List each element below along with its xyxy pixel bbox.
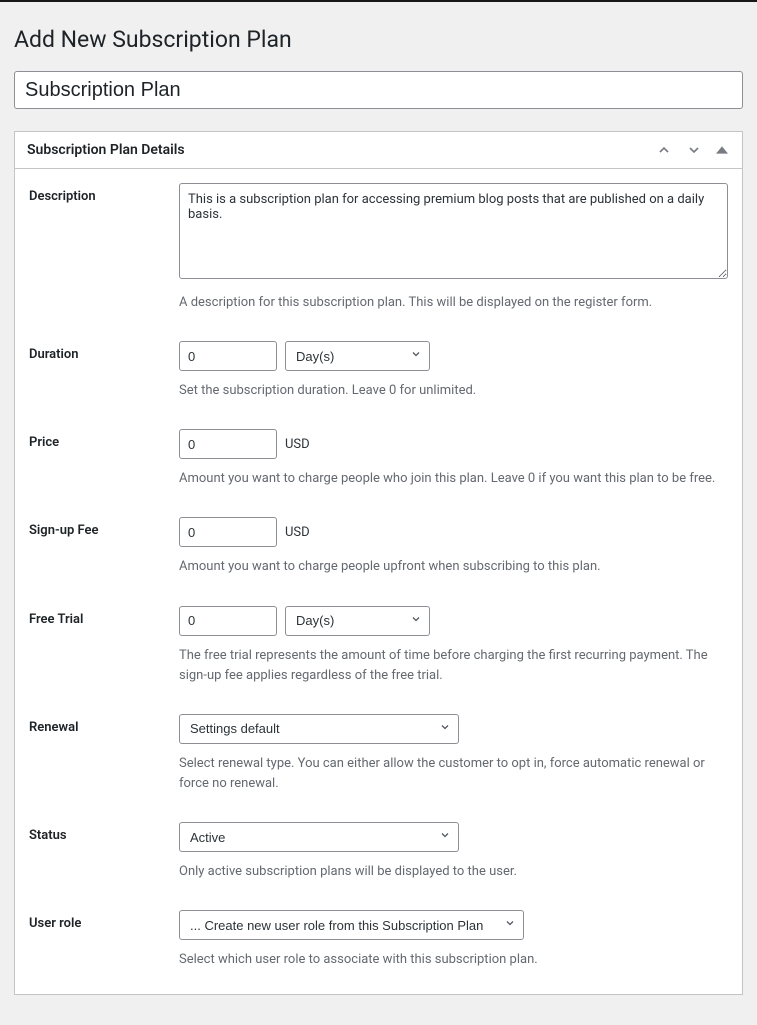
signup-fee-help: Amount you want to charge people upfront… [179, 557, 728, 577]
description-help: A description for this subscription plan… [179, 293, 728, 313]
status-select[interactable]: Active [179, 822, 459, 852]
status-label: Status [29, 822, 179, 843]
description-textarea[interactable]: This is a subscription plan for accessin… [179, 183, 728, 279]
move-up-button[interactable] [654, 140, 674, 160]
chevron-up-icon [656, 142, 672, 158]
price-currency: USD [285, 437, 310, 452]
metabox-title: Subscription Plan Details [27, 142, 185, 158]
duration-label: Duration [29, 341, 179, 362]
price-help: Amount you want to charge people who joi… [179, 469, 728, 489]
user-role-row: User role ... Create new user role from … [29, 910, 728, 970]
duration-help: Set the subscription duration. Leave 0 f… [179, 381, 728, 401]
user-role-label: User role [29, 910, 179, 931]
free-trial-row: Free Trial Day(s) The free [29, 606, 728, 686]
toggle-panel-button[interactable] [714, 142, 730, 158]
window-top-border [0, 0, 757, 2]
description-row: Description This is a subscription plan … [29, 183, 728, 313]
free-trial-input[interactable] [179, 606, 277, 636]
metabox-body: Description This is a subscription plan … [15, 169, 742, 994]
metabox-header-actions [654, 140, 730, 160]
free-trial-help: The free trial represents the amount of … [179, 646, 728, 686]
signup-fee-row: Sign-up Fee USD Amount you want to charg… [29, 517, 728, 577]
renewal-help: Select renewal type. You can either allo… [179, 754, 728, 794]
price-row: Price USD Amount you want to charge peop… [29, 429, 728, 489]
user-role-help: Select which user role to associate with… [179, 950, 728, 970]
renewal-label: Renewal [29, 714, 179, 735]
free-trial-label: Free Trial [29, 606, 179, 627]
plan-title-input[interactable] [14, 71, 743, 109]
signup-fee-currency: USD [285, 525, 310, 540]
metabox-header: Subscription Plan Details [15, 132, 742, 169]
page-title: Add New Subscription Plan [14, 26, 743, 53]
status-help: Only active subscription plans will be d… [179, 862, 728, 882]
chevron-down-icon [686, 142, 702, 158]
duration-input[interactable] [179, 341, 277, 371]
free-trial-unit-select[interactable]: Day(s) [285, 606, 430, 636]
move-down-button[interactable] [684, 140, 704, 160]
duration-unit-select[interactable]: Day(s) [285, 341, 430, 371]
subscription-details-metabox: Subscription Plan Details Description Th… [14, 131, 743, 995]
signup-fee-input[interactable] [179, 517, 277, 547]
signup-fee-label: Sign-up Fee [29, 517, 179, 538]
renewal-row: Renewal Settings default Select renewal … [29, 714, 728, 794]
price-input[interactable] [179, 429, 277, 459]
duration-row: Duration Day(s) Set the sub [29, 341, 728, 401]
status-row: Status Active Only active subscription p… [29, 822, 728, 882]
description-label: Description [29, 183, 179, 204]
renewal-select[interactable]: Settings default [179, 714, 459, 744]
user-role-select[interactable]: ... Create new user role from this Subsc… [179, 910, 524, 940]
price-label: Price [29, 429, 179, 450]
caret-up-icon [716, 144, 728, 156]
